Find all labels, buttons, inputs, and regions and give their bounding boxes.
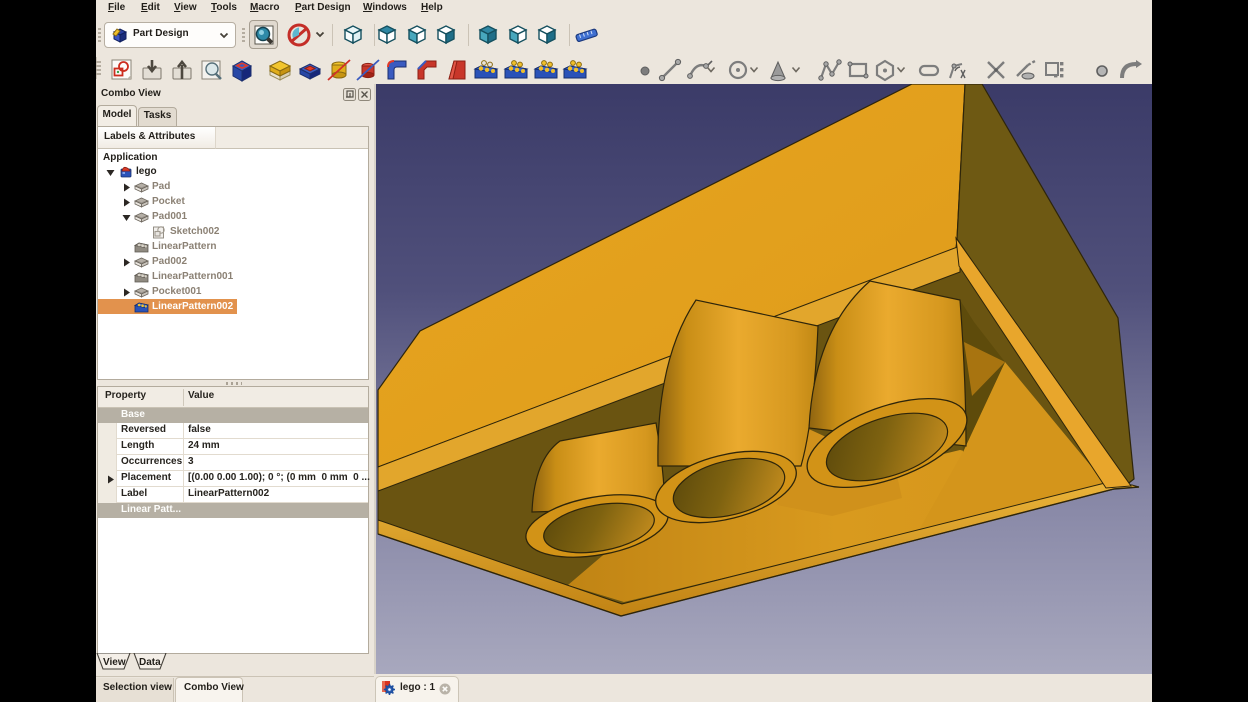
svg-text:Data: Data <box>139 657 161 668</box>
svg-text:View: View <box>103 657 126 668</box>
